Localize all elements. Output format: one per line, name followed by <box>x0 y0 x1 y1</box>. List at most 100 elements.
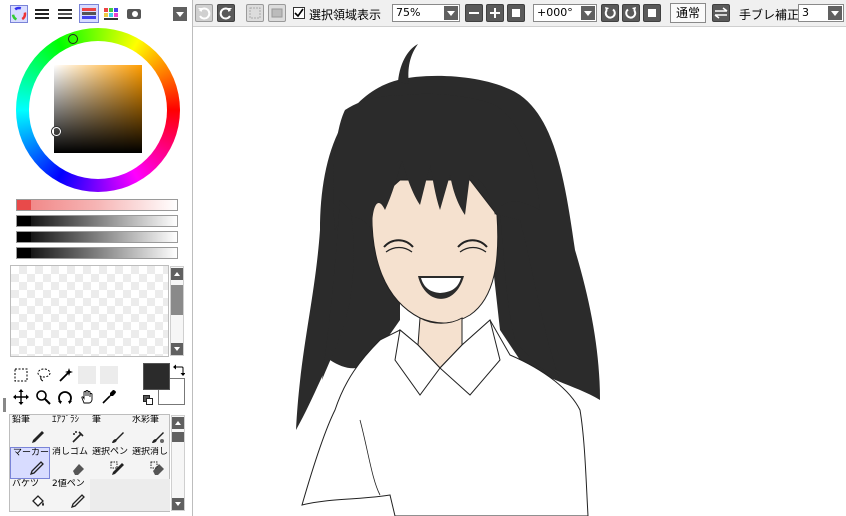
swatch-scroll-thumb[interactable] <box>171 285 183 315</box>
color-mixer-tab[interactable] <box>79 4 99 23</box>
airbrush-icon <box>72 431 84 443</box>
empty-tool-slot <box>90 479 130 511</box>
tool-pencil[interactable]: 鉛筆 <box>10 415 50 447</box>
rect-select-icon[interactable] <box>13 367 29 383</box>
flip-button[interactable] <box>712 4 730 22</box>
sv-picker-handle[interactable] <box>52 127 61 136</box>
rgb-slider-tab[interactable] <box>33 5 51 23</box>
blue-slider-swatch <box>17 232 31 242</box>
chevron-down-icon[interactable] <box>581 6 595 20</box>
canvas-viewport[interactable] <box>193 27 846 516</box>
panel-collapse-button[interactable] <box>173 7 187 21</box>
tool-label: 鉛筆 <box>12 415 31 425</box>
chevron-down-icon[interactable] <box>444 6 458 20</box>
zoom-combo[interactable]: 75% <box>392 4 460 22</box>
blend-mode-label: 通常 <box>675 6 700 20</box>
swap-colors-icon[interactable] <box>173 364 185 376</box>
color-wheel-tab[interactable] <box>10 5 28 23</box>
rotate-right-button[interactable] <box>622 4 640 22</box>
zoom-reset-button[interactable] <box>507 4 525 22</box>
empty-tool-slot <box>100 366 118 384</box>
selection-display-checkbox[interactable] <box>293 7 305 19</box>
stabilizer-combo[interactable]: 3 <box>798 4 844 22</box>
deselect-icon <box>249 7 261 19</box>
tool-label: 消しゴム <box>52 447 89 457</box>
foreground-color-swatch[interactable] <box>143 363 170 390</box>
tool-scrollbar[interactable] <box>171 415 185 511</box>
tool-watercolor[interactable]: 水彩筆 <box>130 415 170 447</box>
zoom-out-button[interactable] <box>465 4 483 22</box>
rotation-value: +000° <box>537 6 573 19</box>
lasso-icon[interactable] <box>36 367 52 383</box>
panel-splitter-handle[interactable] <box>3 398 6 412</box>
blue-channel-slider[interactable] <box>16 231 178 243</box>
saturation-value-square[interactable] <box>54 65 142 153</box>
blend-mode-button[interactable]: 通常 <box>670 3 706 23</box>
tool-label: 筆 <box>92 415 102 425</box>
redo-button[interactable] <box>217 4 235 22</box>
chevron-down-icon <box>176 12 184 17</box>
scratchpad-icon <box>127 9 141 19</box>
swatches-tab[interactable] <box>102 5 120 23</box>
invert-selection-icon <box>271 8 283 18</box>
reset-colors-icon[interactable] <box>143 395 153 405</box>
zoom-icon[interactable] <box>35 389 51 405</box>
rgb-sliders-icon <box>35 9 49 19</box>
hsv-slider-tab[interactable] <box>56 5 74 23</box>
minus-icon <box>469 12 479 14</box>
green-slider-swatch <box>17 216 31 226</box>
scroll-up-button[interactable] <box>172 417 184 429</box>
scroll-down-button[interactable] <box>172 498 184 510</box>
rotate-view-icon[interactable] <box>57 389 73 405</box>
hue-picker-handle[interactable] <box>68 34 78 44</box>
brush-icon <box>112 432 124 443</box>
tool-bucket[interactable]: バケツ <box>10 479 50 511</box>
binary-pen-icon <box>70 494 85 509</box>
eraser-icon <box>73 464 84 475</box>
redo-icon <box>219 7 232 20</box>
selection-pen-icon <box>110 461 124 475</box>
magic-wand-icon[interactable] <box>58 367 74 383</box>
empty-tool-slot <box>78 366 96 384</box>
tool-selection-eraser[interactable]: 選択消し <box>130 447 170 479</box>
tool-label: 選択消し <box>132 447 169 457</box>
tool-selection-pen[interactable]: 選択ペン <box>90 447 130 479</box>
flip-horizontal-icon <box>714 7 728 19</box>
tool-label: 2値ペン <box>52 479 85 489</box>
swatch-scrollbar[interactable] <box>170 266 184 356</box>
tool-label: 水彩筆 <box>132 415 160 425</box>
undo-button[interactable] <box>195 4 213 22</box>
scratchpad-tab[interactable] <box>125 5 143 23</box>
swatch-area[interactable] <box>10 265 169 357</box>
zoom-value: 75% <box>396 6 421 19</box>
rotate-left-button[interactable] <box>601 4 619 22</box>
scroll-down-button[interactable] <box>171 343 183 355</box>
eyedropper-icon[interactable] <box>101 389 117 405</box>
hand-icon[interactable] <box>79 389 95 405</box>
green-channel-slider[interactable] <box>16 215 178 227</box>
rotation-reset-button[interactable] <box>643 4 661 22</box>
tool-eraser[interactable]: 消しゴム <box>50 447 90 479</box>
tool-binary-pen[interactable]: 2値ペン <box>50 479 90 511</box>
alpha-channel-slider[interactable] <box>16 247 178 259</box>
deselect-button[interactable] <box>246 4 264 22</box>
red-channel-slider[interactable] <box>16 199 178 211</box>
selection-eraser-icon <box>150 461 164 475</box>
chevron-down-icon[interactable] <box>828 6 842 20</box>
color-wheel[interactable] <box>16 28 180 192</box>
rotation-combo[interactable]: +000° <box>533 4 597 22</box>
plus-icon <box>490 8 500 18</box>
undo-icon <box>198 7 211 20</box>
scroll-up-button[interactable] <box>171 268 183 280</box>
color-wheel-icon <box>11 6 27 22</box>
tool-airbrush[interactable]: ｴｱﾌﾞﾗｼ <box>50 415 90 447</box>
tool-scroll-thumb[interactable] <box>172 432 184 442</box>
zoom-in-button[interactable] <box>486 4 504 22</box>
tool-marker[interactable]: マーカー <box>10 447 50 479</box>
tool-brush[interactable]: 筆 <box>90 415 130 447</box>
invert-selection-button[interactable] <box>268 4 286 22</box>
stabilizer-value: 3 <box>802 6 809 19</box>
rotate-right-icon <box>625 7 637 19</box>
move-icon[interactable] <box>13 389 29 405</box>
empty-tool-slot <box>130 479 170 511</box>
